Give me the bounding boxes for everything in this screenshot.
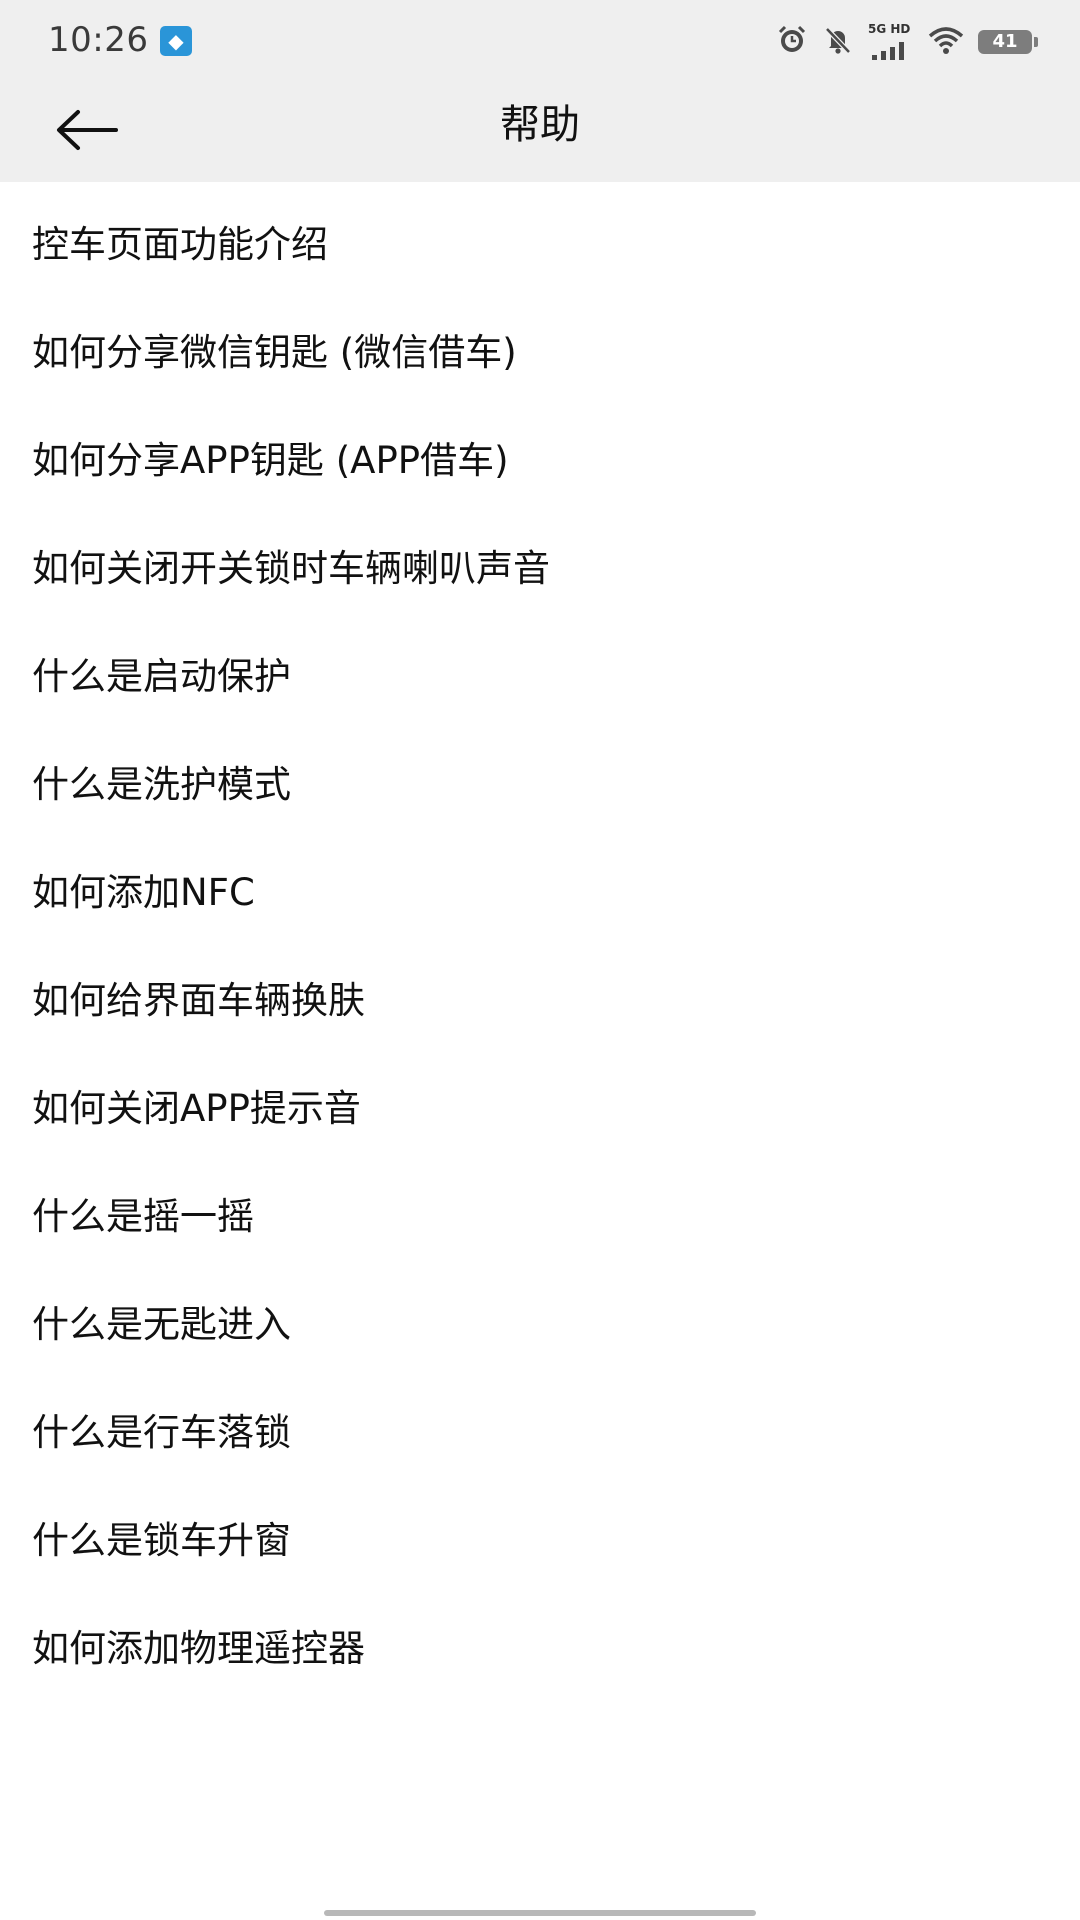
- help-item-label: 控车页面功能介绍: [32, 223, 328, 266]
- battery-icon: 41: [978, 30, 1038, 54]
- help-item-control-page-intro[interactable]: 控车页面功能介绍: [0, 220, 1080, 328]
- arrow-left-icon: [57, 110, 118, 150]
- status-bar: 10:26 ◆ 5G HD 41: [0, 0, 1080, 80]
- status-time: 10:26: [48, 20, 149, 60]
- status-icons: 5G HD 41: [776, 22, 1038, 62]
- help-item-label: 如何添加物理遥控器: [32, 1627, 365, 1670]
- help-item-label: 如何添加NFC: [32, 871, 255, 914]
- help-item-share-app-key[interactable]: 如何分享APP钥匙 (APP借车): [0, 436, 1080, 544]
- help-item-start-protection[interactable]: 什么是启动保护: [0, 652, 1080, 760]
- help-item-lock-raise-windows[interactable]: 什么是锁车升窗: [0, 1516, 1080, 1624]
- help-item-label: 什么是行车落锁: [32, 1411, 291, 1454]
- help-item-add-physical-remote[interactable]: 如何添加物理遥控器: [0, 1624, 1080, 1732]
- signal-icon: 5G HD: [868, 22, 914, 60]
- help-item-keyless-entry[interactable]: 什么是无匙进入: [0, 1300, 1080, 1408]
- help-item-disable-horn-sound[interactable]: 如何关闭开关锁时车辆喇叭声音: [0, 544, 1080, 652]
- help-item-label: 如何关闭开关锁时车辆喇叭声音: [32, 547, 550, 590]
- page-title: 帮助: [500, 102, 580, 148]
- help-item-label: 什么是洗护模式: [32, 763, 291, 806]
- help-item-auto-lock-driving[interactable]: 什么是行车落锁: [0, 1408, 1080, 1516]
- network-label: 5G HD: [868, 22, 911, 36]
- help-item-disable-app-sound[interactable]: 如何关闭APP提示音: [0, 1084, 1080, 1192]
- home-indicator[interactable]: [324, 1910, 756, 1916]
- help-item-label: 如何分享微信钥匙 (微信借车): [32, 331, 517, 374]
- help-item-label: 什么是锁车升窗: [32, 1519, 291, 1562]
- help-item-shake[interactable]: 什么是摇一摇: [0, 1192, 1080, 1300]
- help-item-wash-mode[interactable]: 什么是洗护模式: [0, 760, 1080, 868]
- wifi-icon: [928, 26, 964, 58]
- alarm-icon: [776, 24, 808, 60]
- help-item-label: 什么是摇一摇: [32, 1195, 254, 1238]
- nav-bar: 帮助: [0, 80, 1080, 182]
- bell-muted-icon: [822, 24, 854, 60]
- help-item-label: 如何给界面车辆换肤: [32, 979, 365, 1022]
- app-notification-icon: ◆: [160, 26, 192, 56]
- help-item-add-nfc[interactable]: 如何添加NFC: [0, 868, 1080, 976]
- help-item-label: 如何关闭APP提示音: [32, 1087, 361, 1130]
- help-item-share-wechat-key[interactable]: 如何分享微信钥匙 (微信借车): [0, 328, 1080, 436]
- help-list: 控车页面功能介绍 如何分享微信钥匙 (微信借车) 如何分享APP钥匙 (APP借…: [0, 220, 1080, 1732]
- help-item-label: 什么是启动保护: [32, 655, 291, 698]
- help-item-label: 什么是无匙进入: [32, 1303, 291, 1346]
- back-button[interactable]: [50, 94, 122, 166]
- help-item-label: 如何分享APP钥匙 (APP借车): [32, 439, 509, 482]
- help-item-change-vehicle-skin[interactable]: 如何给界面车辆换肤: [0, 976, 1080, 1084]
- top-area: 10:26 ◆ 5G HD 41 帮助: [0, 0, 1080, 182]
